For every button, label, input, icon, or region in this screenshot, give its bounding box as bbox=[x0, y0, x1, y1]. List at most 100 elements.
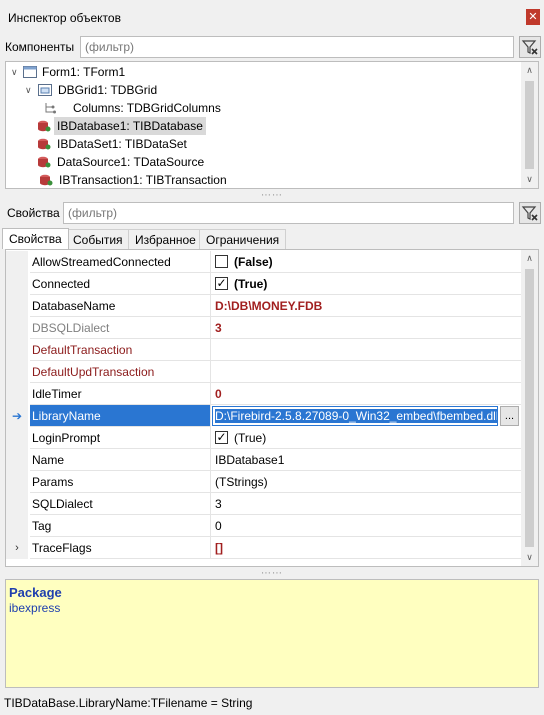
property-name: DBSQLDialect bbox=[30, 317, 211, 339]
row-gutter bbox=[6, 449, 28, 471]
property-value[interactable]: ✓ (True) bbox=[211, 273, 522, 295]
row-gutter bbox=[6, 427, 28, 449]
property-row-databasename[interactable]: DatabaseName D:\DB\MONEY.FDB bbox=[6, 295, 522, 317]
row-gutter bbox=[6, 339, 28, 361]
libraryname-edit-input[interactable]: D:\Firebird-2.5.8.27089-0_Win32_embed\fb… bbox=[212, 406, 498, 426]
scroll-up-icon[interactable]: ∧ bbox=[521, 62, 538, 79]
property-value[interactable]: ✓ (True) bbox=[211, 427, 522, 449]
database-icon bbox=[38, 138, 51, 150]
window-title: Инспектор объектов bbox=[8, 11, 121, 25]
tab-events[interactable]: События bbox=[66, 229, 130, 249]
scroll-down-icon[interactable]: ∨ bbox=[521, 549, 538, 566]
row-gutter bbox=[6, 361, 28, 383]
property-value-text: (True) bbox=[234, 431, 267, 445]
row-gutter bbox=[6, 383, 28, 405]
property-value[interactable]: 0 bbox=[211, 383, 522, 405]
close-button[interactable]: ✕ bbox=[526, 9, 540, 25]
property-name: LibraryName bbox=[30, 405, 211, 427]
component-tree[interactable]: ∨ Form1: TForm1 ∨ DBGrid1: TDBGrid Colum… bbox=[5, 61, 539, 189]
property-row-traceflags[interactable]: › TraceFlags [] bbox=[6, 537, 522, 559]
property-row-loginprompt[interactable]: LoginPrompt ✓ (True) bbox=[6, 427, 522, 449]
checkbox-unchecked-icon[interactable] bbox=[215, 255, 228, 269]
collapse-icon[interactable]: ∨ bbox=[25, 81, 32, 99]
property-row-connected[interactable]: Connected ✓ (True) bbox=[6, 273, 522, 295]
property-row-dbsqldialect[interactable]: DBSQLDialect 3 bbox=[6, 317, 522, 339]
property-name: Params bbox=[30, 471, 211, 493]
database-icon bbox=[38, 156, 51, 168]
property-row-params[interactable]: Params (TStrings) bbox=[6, 471, 522, 493]
collapse-icon[interactable]: ∨ bbox=[11, 63, 18, 81]
property-row-tag[interactable]: Tag 0 bbox=[6, 515, 522, 537]
splitter-grip[interactable]: ⋯⋯ bbox=[0, 191, 544, 201]
property-value[interactable]: [] bbox=[211, 537, 522, 559]
window-titlebar: Инспектор объектов ✕ bbox=[0, 0, 544, 36]
components-filter-input[interactable]: (фильтр) bbox=[80, 36, 514, 58]
scroll-down-icon[interactable]: ∨ bbox=[521, 171, 538, 188]
tree-item-ibdataset1[interactable]: IBDataSet1: TIBDataSet bbox=[6, 135, 522, 153]
property-value[interactable]: D:\DB\MONEY.FDB bbox=[211, 295, 522, 317]
tree-item-form1[interactable]: ∨ Form1: TForm1 bbox=[6, 63, 522, 81]
database-icon bbox=[40, 174, 53, 186]
property-value-text: (True) bbox=[234, 277, 268, 291]
splitter-grip[interactable]: ⋯⋯ bbox=[0, 569, 544, 579]
row-gutter bbox=[6, 471, 28, 493]
property-value[interactable]: 3 bbox=[211, 317, 522, 339]
tree-item-ibtransaction1[interactable]: IBTransaction1: TIBTransaction bbox=[6, 171, 522, 188]
property-value[interactable]: IBDatabase1 bbox=[211, 449, 522, 471]
row-gutter bbox=[6, 317, 28, 339]
clear-filter-button[interactable] bbox=[519, 36, 541, 58]
property-value[interactable] bbox=[211, 339, 522, 361]
tree-item-columns[interactable]: Columns: TDBGridColumns bbox=[6, 99, 522, 117]
row-gutter bbox=[6, 295, 28, 317]
properties-filter-input[interactable]: (фильтр) bbox=[63, 202, 514, 224]
property-row-idletimer[interactable]: IdleTimer 0 bbox=[6, 383, 522, 405]
properties-label: Свойства bbox=[7, 206, 60, 220]
description-heading: Package bbox=[9, 585, 62, 600]
checkbox-checked-icon[interactable]: ✓ bbox=[215, 431, 228, 445]
row-gutter bbox=[6, 515, 28, 537]
tab-properties[interactable]: Свойства bbox=[2, 228, 69, 249]
property-name: IdleTimer bbox=[30, 383, 211, 405]
property-name: DefaultTransaction bbox=[30, 339, 211, 361]
collection-icon bbox=[45, 103, 56, 114]
clear-filter-button[interactable] bbox=[519, 202, 541, 224]
scrollbar-thumb[interactable] bbox=[525, 269, 534, 547]
current-row-arrow-icon: ➔ bbox=[6, 405, 28, 427]
tree-item-datasource1[interactable]: DataSource1: TDataSource bbox=[6, 153, 522, 171]
property-value[interactable]: 0 bbox=[211, 515, 522, 537]
form-icon bbox=[23, 66, 37, 78]
property-name: Connected bbox=[30, 273, 211, 295]
property-value-text: (False) bbox=[234, 255, 273, 269]
filter-clear-icon bbox=[521, 40, 538, 55]
property-row-libraryname[interactable]: ➔ LibraryName D:\Firebird-2.5.8.27089-0_… bbox=[6, 405, 522, 427]
property-value-text: D:\Firebird-2.5.8.27089-0_Win32_embed\fb… bbox=[215, 409, 498, 423]
property-row-allowstreamedconnected[interactable]: AllowStreamedConnected (False) bbox=[6, 251, 522, 273]
property-value[interactable] bbox=[211, 361, 522, 383]
tab-favorites[interactable]: Избранное bbox=[128, 229, 203, 249]
row-gutter bbox=[6, 251, 28, 273]
property-tabs: Свойства События Избранное Ограничения bbox=[2, 228, 542, 249]
property-value[interactable]: 3 bbox=[211, 493, 522, 515]
scrollbar-thumb[interactable] bbox=[525, 81, 534, 169]
scroll-up-icon[interactable]: ∧ bbox=[521, 250, 538, 267]
tree-item-dbgrid1[interactable]: ∨ DBGrid1: TDBGrid bbox=[6, 81, 522, 99]
property-row-defaultupdtransaction[interactable]: DefaultUpdTransaction bbox=[6, 361, 522, 383]
checkbox-checked-icon[interactable]: ✓ bbox=[215, 277, 228, 291]
property-value[interactable]: (False) bbox=[211, 251, 522, 273]
property-name: Name bbox=[30, 449, 211, 471]
property-value[interactable]: (TStrings) bbox=[211, 471, 522, 493]
property-grid[interactable]: AllowStreamedConnected (False) Connected… bbox=[5, 249, 539, 567]
property-name: TraceFlags bbox=[30, 537, 211, 559]
expand-chevron-icon[interactable]: › bbox=[6, 537, 28, 559]
grid-scrollbar[interactable]: ∧ ∨ bbox=[521, 250, 538, 566]
property-row-sqldialect[interactable]: SQLDialect 3 bbox=[6, 493, 522, 515]
property-name: LoginPrompt bbox=[30, 427, 211, 449]
ellipsis-button[interactable]: ... bbox=[500, 406, 519, 426]
property-row-name[interactable]: Name IBDatabase1 bbox=[6, 449, 522, 471]
property-row-defaulttransaction[interactable]: DefaultTransaction bbox=[6, 339, 522, 361]
tree-item-ibdatabase1[interactable]: IBDatabase1: TIBDatabase bbox=[6, 117, 522, 135]
properties-filter-row: Свойства (фильтр) bbox=[0, 201, 544, 225]
tab-restrictions[interactable]: Ограничения bbox=[199, 229, 287, 249]
tree-scrollbar[interactable]: ∧ ∨ bbox=[521, 62, 538, 188]
tree-item-label: Columns: TDBGridColumns bbox=[73, 101, 221, 115]
